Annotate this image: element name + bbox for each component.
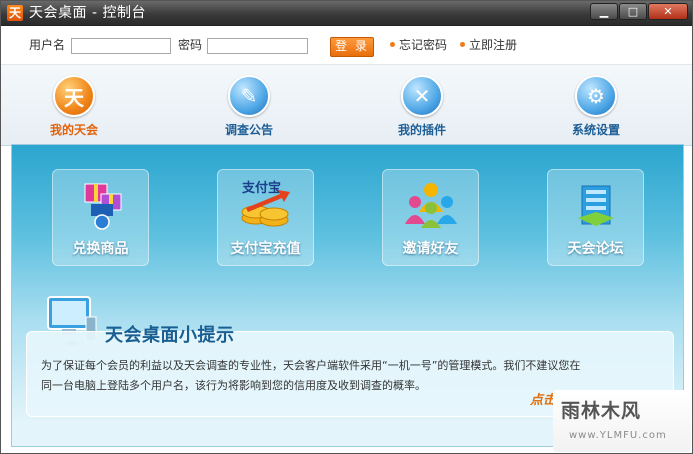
- nav-item-system-settings[interactable]: ⚙ 系统设置: [551, 75, 641, 141]
- watermark-url: www.YLMFU.com: [569, 430, 667, 441]
- main-window: 天 天会桌面 - 控制台 ▁ □ ✕ 用户名 密码 登 录 忘记密码 立即注册 …: [0, 0, 693, 454]
- tile-invite-friends[interactable]: 邀请好友: [382, 169, 479, 266]
- tips-title: 天会桌面小提示: [105, 325, 235, 346]
- forgot-password-link[interactable]: 忘记密码: [399, 38, 447, 52]
- window-controls: ▁ □ ✕: [589, 3, 688, 20]
- register-link[interactable]: 立即注册: [469, 38, 517, 52]
- alipay-coins-icon: 支付宝: [238, 178, 294, 230]
- nav-label: 我的天会: [49, 123, 98, 137]
- bullet-icon: [460, 42, 465, 47]
- close-button[interactable]: ✕: [648, 3, 688, 20]
- username-label: 用户名: [29, 38, 66, 52]
- nav-label: 调查公告: [224, 123, 273, 137]
- svg-text:支付宝: 支付宝: [241, 180, 281, 196]
- nav-item-survey-notice[interactable]: ✎ 调查公告: [204, 75, 294, 141]
- nav-item-my-tianhui[interactable]: 天 我的天会: [29, 75, 119, 141]
- window-title: 天会桌面 - 控制台: [29, 5, 146, 21]
- pencil-icon: ✎: [228, 75, 270, 117]
- watermark-text: 雨林木风: [561, 400, 642, 422]
- tile-alipay-recharge[interactable]: 支付宝 支付宝充值: [217, 169, 314, 266]
- tile-label: 兑换商品: [72, 241, 129, 257]
- tile-tianhui-forum[interactable]: 天会论坛: [547, 169, 644, 266]
- bullet-icon: [390, 42, 395, 47]
- title-bar[interactable]: 天 天会桌面 - 控制台 ▁ □ ✕: [1, 1, 692, 26]
- app-logo-icon: 天: [7, 5, 23, 21]
- tools-icon: ✕: [401, 75, 443, 117]
- password-input[interactable]: [207, 38, 308, 54]
- maximize-button[interactable]: □: [619, 3, 647, 20]
- gear-icon: ⚙: [575, 75, 617, 117]
- nav-label: 系统设置: [571, 123, 620, 137]
- forum-icon: [568, 178, 624, 230]
- password-label: 密码: [178, 38, 203, 52]
- tile-label: 邀请好友: [402, 241, 459, 257]
- username-input[interactable]: [71, 38, 171, 54]
- tile-label: 支付宝充值: [230, 241, 301, 257]
- watermark-logo: 雨林木风 www.YLMFU.com: [553, 390, 691, 452]
- main-nav: 天 我的天会 ✎ 调查公告 ✕ 我的插件 ⚙ 系统设置: [1, 65, 692, 146]
- tile-redeem-goods[interactable]: 兑换商品: [52, 169, 149, 266]
- minimize-button[interactable]: ▁: [590, 3, 618, 20]
- nav-label: 我的插件: [397, 123, 446, 137]
- login-button[interactable]: 登 录: [330, 37, 374, 57]
- nav-item-my-plugins[interactable]: ✕ 我的插件: [377, 75, 467, 141]
- tianhui-logo-icon: 天: [53, 75, 95, 117]
- tile-label: 天会论坛: [567, 241, 624, 257]
- gift-icon: [73, 178, 129, 230]
- friends-icon: [403, 178, 459, 230]
- login-bar: 用户名 密码 登 录 忘记密码 立即注册: [1, 26, 692, 65]
- tips-line: 为了保证每个会员的利益以及天会调查的专业性，天会客户端软件采用“一机一号”的管理…: [41, 359, 581, 372]
